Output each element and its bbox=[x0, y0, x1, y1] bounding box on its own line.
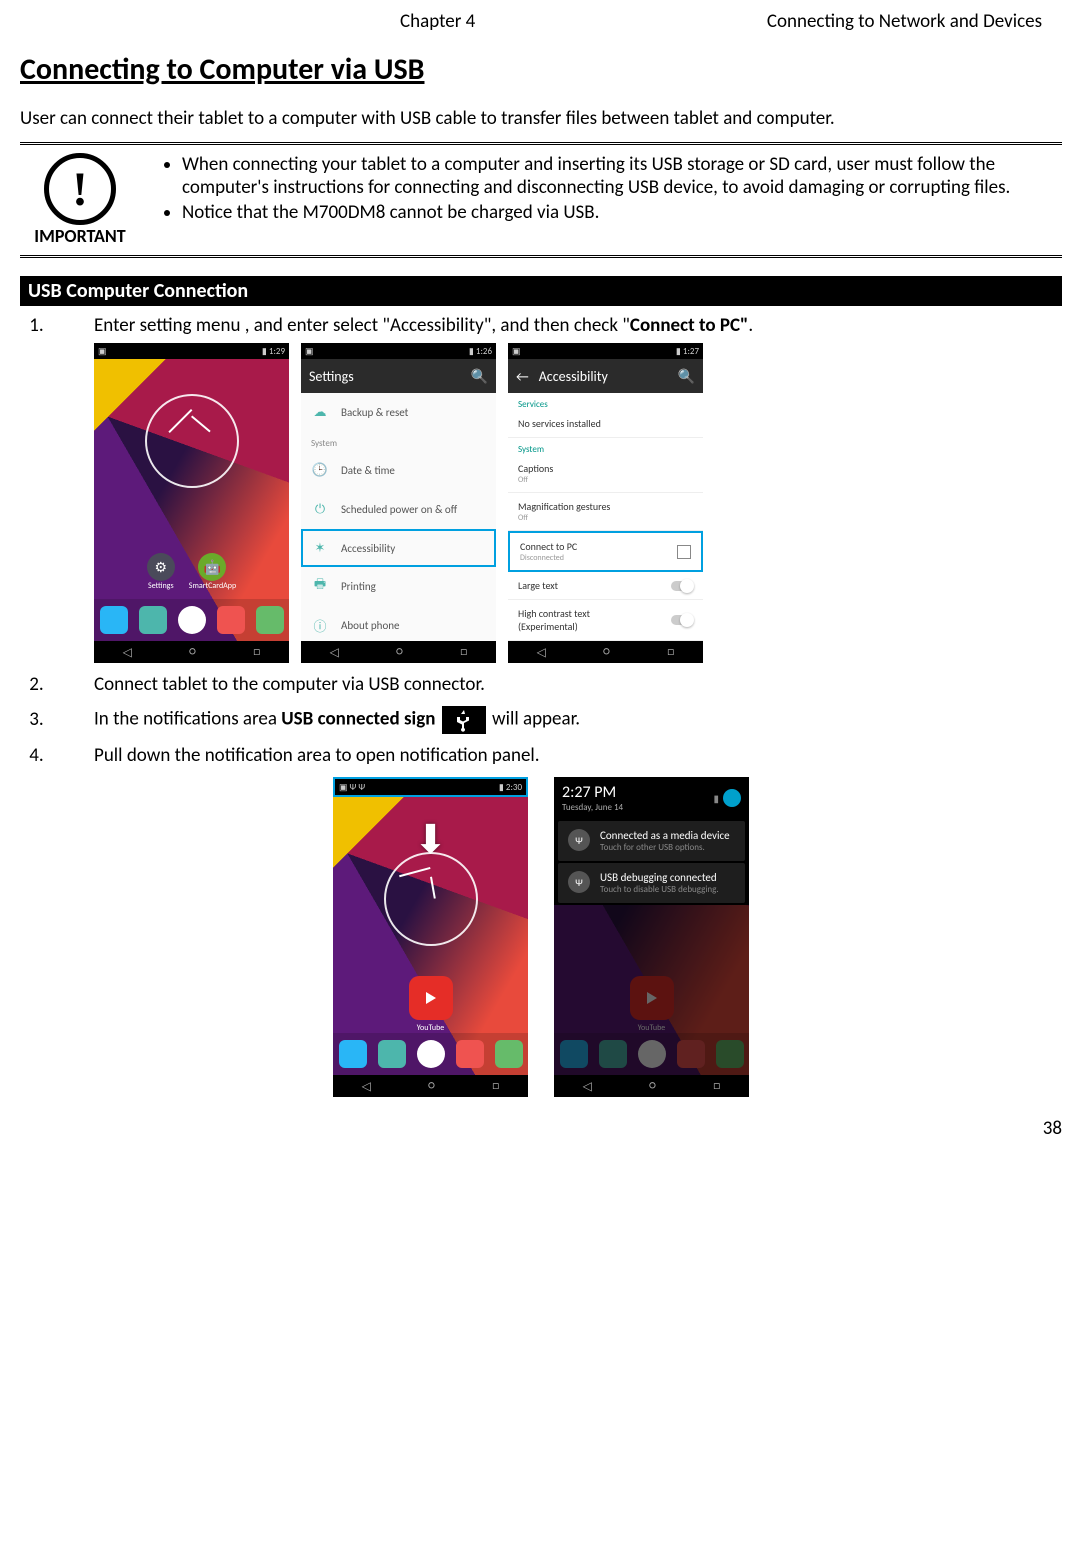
settings-item-about[interactable]: ⓘAbout phone bbox=[301, 606, 496, 641]
checkbox-icon[interactable] bbox=[677, 545, 691, 559]
youtube-app-icon[interactable] bbox=[409, 976, 453, 1020]
access-captions[interactable]: CaptionsOff bbox=[508, 455, 703, 493]
youtube-app-icon bbox=[630, 976, 674, 1020]
page-number: 38 bbox=[20, 1117, 1062, 1140]
power-icon: ⏻ bbox=[311, 500, 329, 518]
intro-text: User can connect their tablet to a compu… bbox=[20, 107, 1062, 130]
access-magnification[interactable]: Magnification gesturesOff bbox=[508, 493, 703, 531]
recent-icon[interactable]: □ bbox=[253, 645, 260, 659]
page-header: Chapter 4 Connecting to Network and Devi… bbox=[20, 10, 1062, 33]
chapter-label: Chapter 4 bbox=[400, 10, 475, 33]
accessibility-icon: ✶ bbox=[311, 539, 329, 557]
notification-usb-debug[interactable]: Ψ USB debugging connectedTouch to disabl… bbox=[558, 863, 745, 903]
screenshot-notification-panel: YouTube 2:27 PM Tuesday, June bbox=[554, 777, 749, 1097]
back-arrow-icon[interactable]: ← bbox=[516, 368, 529, 385]
clock-icon: 🕒 bbox=[311, 461, 329, 479]
settings-item-printing[interactable]: 🖶Printing bbox=[301, 567, 496, 606]
apps-drawer-icon[interactable] bbox=[178, 606, 206, 634]
dock bbox=[94, 599, 289, 641]
page-title: Connecting to Computer via USB bbox=[20, 51, 1062, 88]
back-icon[interactable]: ◁ bbox=[123, 645, 132, 660]
steps-list: Enter setting menu , and enter select "A… bbox=[20, 314, 1062, 767]
step-4: Pull down the notification area to open … bbox=[48, 744, 1062, 767]
section-heading: USB Computer Connection bbox=[20, 276, 1062, 306]
screenshot-home: ▣▮ 1:29 ⚙ Settings bbox=[94, 343, 289, 663]
clock-widget[interactable] bbox=[145, 394, 239, 488]
step-3: In the notifications area USB connected … bbox=[48, 706, 1062, 734]
home-icon[interactable]: ○ bbox=[189, 645, 196, 659]
important-box: ! IMPORTANT When connecting your tablet … bbox=[20, 142, 1062, 258]
important-bullet: Notice that the M700DM8 cannot be charge… bbox=[182, 201, 1062, 224]
settings-app-icon[interactable]: ⚙ bbox=[147, 553, 175, 581]
cloud-icon: ☁ bbox=[311, 403, 329, 421]
info-icon: ⓘ bbox=[311, 616, 329, 634]
notification-media-device[interactable]: Ψ Connected as a media deviceTouch for o… bbox=[558, 821, 745, 861]
step-1: Enter setting menu , and enter select "A… bbox=[48, 314, 1062, 663]
chapter-title: Connecting to Network and Devices bbox=[767, 10, 1042, 33]
messages-icon[interactable] bbox=[256, 606, 284, 634]
search-icon[interactable]: 🔍 bbox=[471, 368, 488, 385]
notif-datetime: 2:27 PM Tuesday, June 14 ▮ bbox=[554, 777, 749, 819]
screenshot-settings: ▣▮ 1:26 Settings 🔍 ☁Backup & reset Syste… bbox=[301, 343, 496, 663]
contacts-icon[interactable] bbox=[100, 606, 128, 634]
camera-icon: ▣ bbox=[98, 346, 107, 357]
usb-icon: Ψ bbox=[568, 829, 590, 851]
screenshot-home-notif: ▣ Ψ Ψ▮ 2:30 ⬇ YouTube ◁○□ bbox=[333, 777, 528, 1097]
step-2: Connect tablet to the computer via USB c… bbox=[48, 673, 1062, 696]
signal-icon: ▮ bbox=[262, 346, 267, 357]
settings-item-schedule[interactable]: ⏻Scheduled power on & off bbox=[301, 490, 496, 529]
access-connect-pc[interactable]: Connect to PCDisconnected bbox=[508, 531, 703, 572]
smartcard-app-icon[interactable]: 🤖 bbox=[198, 553, 226, 581]
usb-status-icon: ▣ Ψ Ψ bbox=[339, 782, 365, 793]
settings-header: Settings 🔍 bbox=[301, 359, 496, 393]
access-large-text[interactable]: Large text bbox=[508, 572, 703, 600]
important-label: IMPORTANT bbox=[20, 225, 140, 247]
dialer-icon[interactable] bbox=[139, 606, 167, 634]
important-bullets: When connecting your tablet to a compute… bbox=[158, 153, 1062, 247]
access-contrast[interactable]: High contrast text(Experimental) bbox=[508, 600, 703, 641]
settings-item-accessibility[interactable]: ✶Accessibility bbox=[301, 529, 496, 567]
clock-time: 1:29 bbox=[269, 346, 285, 357]
toggle[interactable] bbox=[671, 581, 693, 591]
settings-item-backup[interactable]: ☁Backup & reset bbox=[301, 393, 496, 432]
important-bullet: When connecting your tablet to a compute… bbox=[182, 153, 1062, 199]
print-icon: 🖶 bbox=[311, 577, 329, 595]
settings-item-datetime[interactable]: 🕒Date & time bbox=[301, 451, 496, 490]
user-icon[interactable] bbox=[723, 789, 741, 807]
usb-icon: Ψ bbox=[568, 871, 590, 893]
warning-icon: ! bbox=[44, 153, 116, 225]
access-no-services: No services installed bbox=[508, 410, 703, 438]
battery-icon: ▮ bbox=[713, 792, 719, 805]
search-icon[interactable]: 🔍 bbox=[678, 368, 695, 385]
toggle[interactable] bbox=[671, 615, 693, 625]
camera-icon[interactable] bbox=[217, 606, 245, 634]
screenshot-accessibility: ▣▮ 1:27 ←Accessibility 🔍 Services No ser… bbox=[508, 343, 703, 663]
accessibility-header: ←Accessibility 🔍 bbox=[508, 359, 703, 393]
clock-widget[interactable] bbox=[384, 852, 478, 946]
usb-icon bbox=[442, 706, 486, 734]
